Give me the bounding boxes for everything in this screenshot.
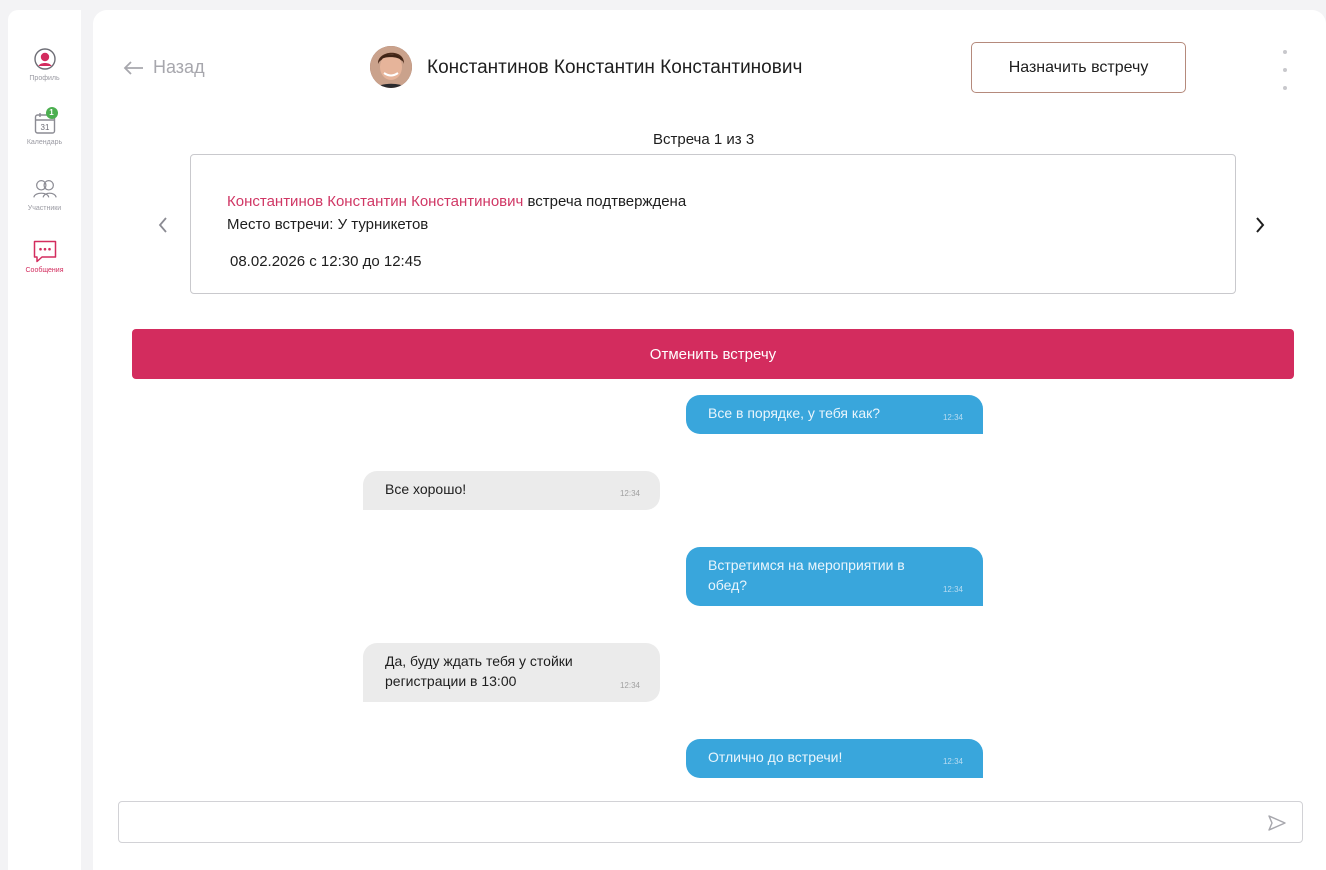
sidebar-item-profile[interactable]: Профиль	[8, 46, 81, 82]
sidebar-item-label: Календарь	[26, 139, 63, 146]
meeting-datetime: 08.02.2026 с 12:30 до 12:45	[230, 253, 422, 270]
arrow-left-icon	[123, 60, 143, 75]
message-text: Все в порядке, у тебя как?	[708, 405, 881, 421]
message-text: Все хорошо!	[385, 481, 467, 497]
profile-icon	[32, 46, 58, 72]
meeting-card: Константинов Константин Константинович в…	[190, 154, 1236, 294]
calendar-icon: 31 1	[32, 107, 58, 136]
previous-meeting-button[interactable]	[151, 210, 175, 240]
more-options-icon[interactable]	[1273, 50, 1297, 90]
message-bubble-outgoing[interactable]: Все в порядке, у тебя как? 12:34	[686, 395, 983, 434]
message-text: Да, буду ждать тебя у стойки регистрации…	[385, 653, 573, 689]
sidebar-item-label: Сообщения	[25, 267, 64, 274]
back-label: Назад	[153, 57, 205, 77]
message-time: 12:34	[619, 489, 640, 498]
participants-icon	[32, 176, 58, 202]
sidebar-item-messages[interactable]: Сообщения	[8, 238, 81, 274]
message-bubble-incoming[interactable]: Все хорошо! 12:34	[363, 471, 660, 510]
message-text: Встретимся на мероприятии в обед?	[708, 557, 905, 593]
chevron-right-icon	[1256, 217, 1265, 233]
sidebar-item-label: Участники	[27, 205, 62, 212]
cancel-meeting-button[interactable]: Отменить встречу	[132, 329, 1294, 379]
sidebar-item-participants[interactable]: Участники	[8, 176, 81, 212]
schedule-meeting-button[interactable]: Назначить встречу	[971, 42, 1186, 93]
message-input[interactable]	[119, 802, 1249, 842]
back-button[interactable]: Назад	[123, 57, 205, 78]
message-time: 12:34	[942, 757, 963, 766]
meeting-counter: Встреча 1 из 3	[653, 131, 755, 148]
message-time: 12:34	[942, 413, 963, 422]
notification-badge: 1	[45, 107, 58, 119]
contact-name: Константинов Константин Константинович	[427, 57, 803, 78]
sidebar: Профиль 31 1 Календарь Участники Сообщен…	[8, 10, 81, 870]
message-time: 12:34	[942, 585, 963, 594]
message-composer	[118, 801, 1303, 843]
calendar-day: 31	[40, 123, 49, 132]
message-time: 12:34	[619, 681, 640, 690]
message-bubble-outgoing[interactable]: Отлично до встречи! 12:34	[686, 739, 983, 778]
meeting-place: Место встречи: У турникетов	[227, 216, 429, 233]
message-bubble-outgoing[interactable]: Встретимся на мероприятии в обед? 12:34	[686, 547, 983, 606]
next-meeting-button[interactable]	[1248, 210, 1272, 240]
meeting-person-name[interactable]: Константинов Константин Константинович	[227, 193, 523, 210]
messages-icon	[32, 238, 58, 264]
message-bubble-incoming[interactable]: Да, буду ждать тебя у стойки регистрации…	[363, 643, 660, 702]
message-text: Отлично до встречи!	[708, 749, 843, 765]
send-icon[interactable]	[1266, 812, 1288, 834]
chat-panel: Назад Константинов Константин Константин…	[93, 10, 1326, 870]
sidebar-item-label: Профиль	[29, 75, 60, 82]
chevron-left-icon	[158, 217, 167, 233]
meeting-status: встреча подтверждена	[527, 193, 687, 210]
sidebar-item-calendar[interactable]: 31 1 Календарь	[8, 107, 81, 146]
avatar[interactable]	[369, 42, 413, 92]
